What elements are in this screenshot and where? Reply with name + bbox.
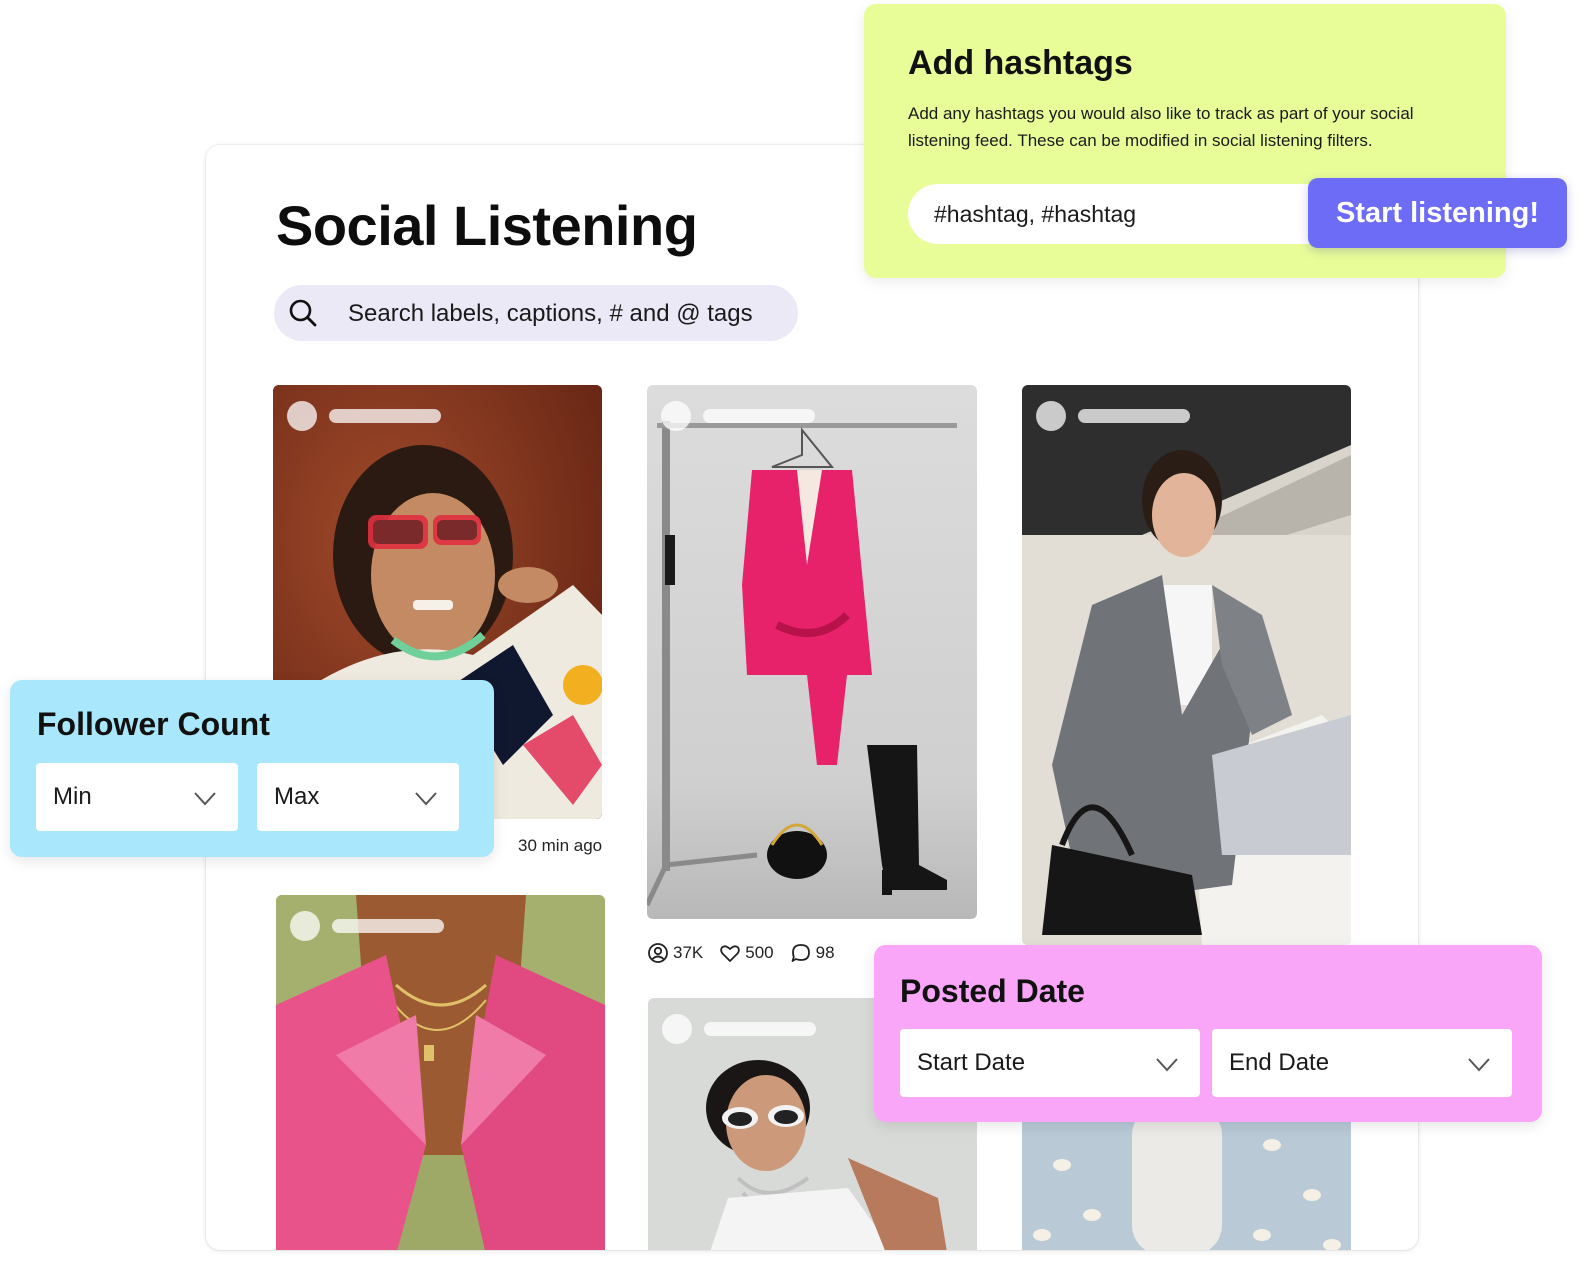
dropdown-label: Min (53, 783, 92, 810)
post-image (1022, 1105, 1351, 1250)
post-stats: 37K 500 98 (647, 942, 847, 964)
posted-date-title: Posted Date (900, 973, 1085, 1009)
chevron-down-icon (1156, 1058, 1178, 1072)
follower-stat: 37K (673, 943, 704, 962)
search-input[interactable] (346, 285, 790, 343)
avatar-placeholder (661, 401, 691, 431)
post-time: 30 min ago (518, 836, 603, 855)
chevron-down-icon (1468, 1058, 1490, 1072)
post-card-pink-satin[interactable] (276, 895, 605, 1250)
post-card-pink-blazer-rack[interactable] (647, 385, 977, 919)
post-image (276, 895, 605, 1250)
page-title: Social Listening (276, 194, 698, 257)
hashtags-title: Add hashtags (908, 44, 1133, 82)
comment-icon[interactable] (790, 942, 812, 964)
dropdown-label: Max (274, 783, 320, 810)
max-followers-dropdown[interactable]: Max (257, 763, 459, 831)
dropdown-label: Start Date (917, 1049, 1026, 1076)
username-placeholder (329, 409, 441, 423)
end-date-dropdown[interactable]: End Date (1212, 1029, 1512, 1097)
username-placeholder (1078, 409, 1190, 423)
search-bar[interactable] (274, 285, 798, 343)
post-image (1022, 385, 1351, 945)
post-card-bottle[interactable] (1022, 1105, 1351, 1250)
hashtags-description: Add any hashtags you would also like to … (908, 104, 1414, 150)
post-card-gray-blazer[interactable] (1022, 385, 1351, 945)
chevron-down-icon (415, 792, 437, 806)
dropdown-label: End Date (1229, 1049, 1330, 1076)
avatar-placeholder (287, 401, 317, 431)
username-placeholder (704, 1022, 816, 1036)
avatar-placeholder (662, 1014, 692, 1044)
min-followers-dropdown[interactable]: Min (36, 763, 238, 831)
avatar-placeholder (1036, 401, 1066, 431)
follower-count-filter: Follower Count Min Max (10, 680, 494, 857)
posted-date-filter: Posted Date Start Date End Date (874, 945, 1542, 1122)
heart-icon[interactable] (719, 942, 741, 964)
likes-stat: 500 (745, 943, 774, 962)
search-icon (289, 299, 317, 327)
username-placeholder (332, 919, 444, 933)
user-circle-icon (648, 943, 668, 963)
start-listening-button[interactable]: Start listening! (1308, 178, 1567, 248)
start-date-dropdown[interactable]: Start Date (900, 1029, 1200, 1097)
chevron-down-icon (194, 792, 216, 806)
follower-count-title: Follower Count (37, 706, 270, 742)
comments-stat: 98 (815, 943, 835, 962)
username-placeholder (703, 409, 815, 423)
post-image (647, 385, 977, 919)
avatar-placeholder (290, 911, 320, 941)
hashtag-input[interactable] (908, 184, 1348, 244)
